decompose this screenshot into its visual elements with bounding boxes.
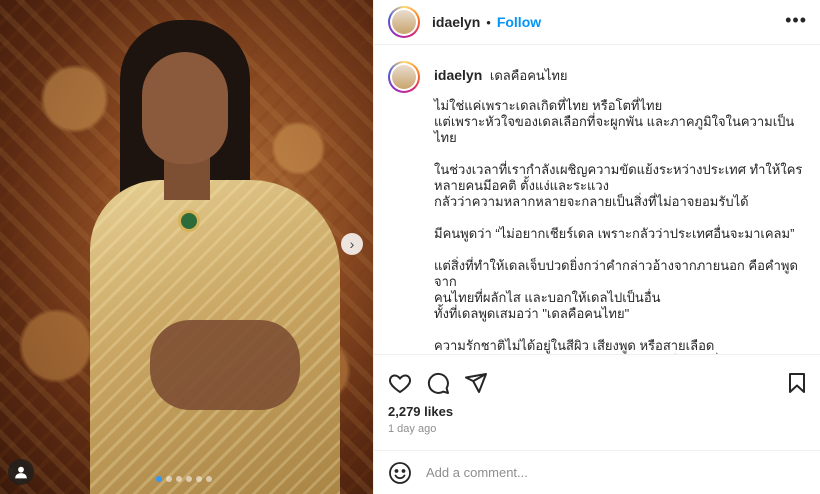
emoji-icon[interactable] — [388, 461, 412, 485]
username-link[interactable]: idaelyn — [432, 14, 480, 30]
post-timestamp: 1 day ago — [388, 423, 437, 435]
caption-paragraph: ความรักชาติไม่ได้อยู่ในสีผิว เสียงพูด หร… — [434, 338, 715, 353]
model-figure — [90, 20, 350, 494]
bookmark-icon[interactable] — [785, 371, 809, 395]
heart-icon[interactable] — [388, 371, 412, 395]
follow-button[interactable]: Follow — [497, 14, 541, 30]
carousel-dot — [166, 476, 172, 482]
carousel-dot — [186, 476, 192, 482]
comment-bar — [374, 450, 820, 494]
carousel-dot — [156, 476, 162, 482]
separator-dot: • — [486, 14, 491, 30]
action-bar — [374, 354, 820, 398]
post-panel: idaelyn • Follow ••• idaelyn เดลคือคนไทย… — [373, 0, 820, 494]
carousel-dot — [176, 476, 182, 482]
carousel-next-button[interactable]: › — [341, 233, 363, 255]
caption-section: idaelyn เดลคือคนไทย ไม่ใช่แค่เพราะเดลเกิ… — [374, 44, 820, 354]
caption-paragraph: ไม่ใช่แค่เพราะเดลเกิดที่ไทย หรือโตที่ไทย… — [434, 98, 795, 145]
chevron-right-icon: › — [349, 236, 355, 252]
carousel-dot — [206, 476, 212, 482]
likes-count[interactable]: 2,279 likes — [388, 404, 453, 419]
avatar[interactable] — [388, 6, 420, 38]
comment-input[interactable] — [426, 465, 807, 480]
caption-title: เดลคือคนไทย — [489, 68, 568, 83]
carousel-dot — [196, 476, 202, 482]
post-image[interactable]: › — [0, 0, 373, 494]
more-options-icon[interactable]: ••• — [785, 10, 807, 31]
user-tag-button[interactable] — [8, 459, 34, 485]
post-header: idaelyn • Follow ••• — [374, 0, 820, 44]
comment-icon[interactable] — [426, 371, 450, 395]
send-icon[interactable] — [464, 371, 488, 395]
caption-body: idaelyn เดลคือคนไทย ไม่ใช่แค่เพราะเดลเกิ… — [434, 61, 807, 354]
user-tag-icon — [15, 466, 27, 479]
caption-avatar[interactable] — [388, 61, 420, 93]
caption-username[interactable]: idaelyn — [434, 67, 482, 83]
caption-paragraph: มีคนพูดว่า “ไม่อยากเชียร์เดล เพราะกลัวว่… — [434, 226, 795, 241]
caption-paragraph: ในช่วงเวลาที่เรากำลังเผชิญความขัดแย้งระห… — [434, 162, 803, 209]
carousel-indicator — [156, 476, 212, 482]
caption-paragraph: แต่สิ่งที่ทำให้เดลเจ็บปวดยิ่งกว่าคำกล่าว… — [434, 258, 798, 321]
caption-head: idaelyn เดลคือคนไทย — [434, 67, 807, 84]
